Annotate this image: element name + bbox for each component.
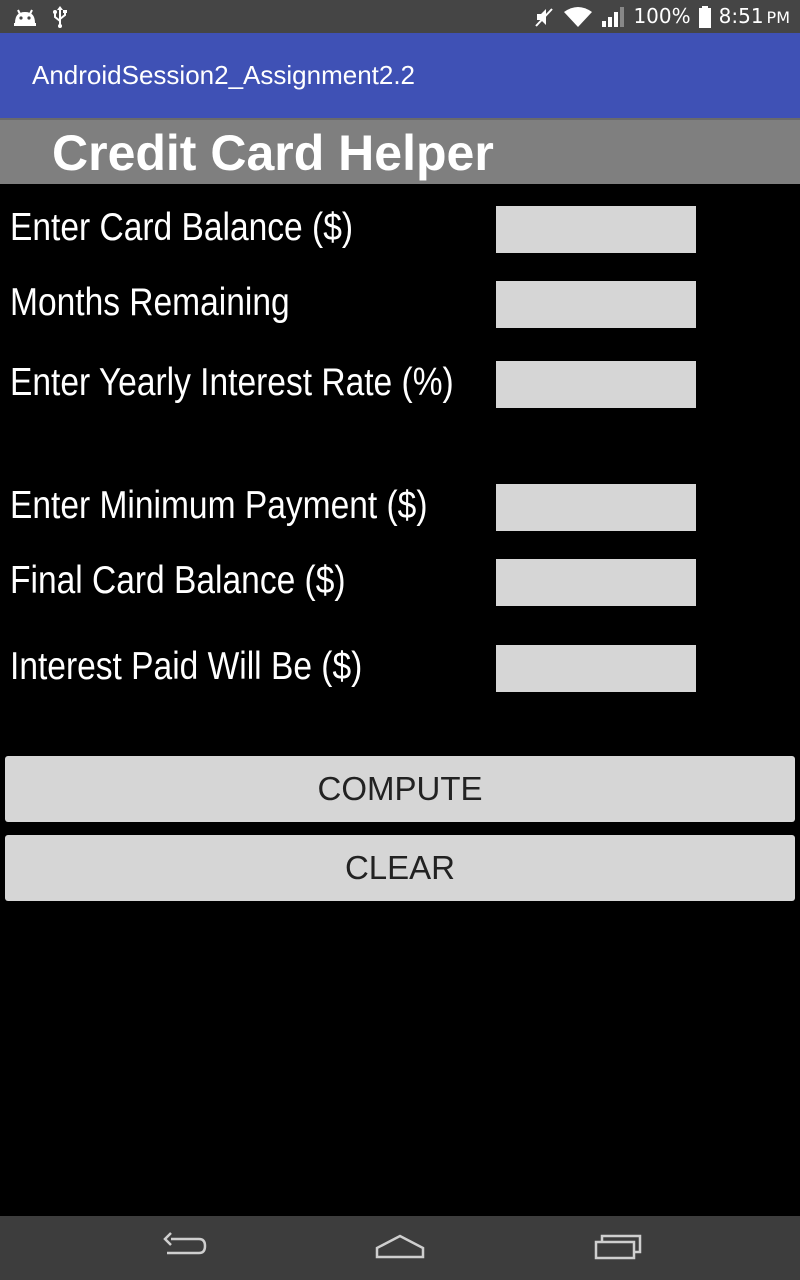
page-header: Credit Card Helper xyxy=(0,118,800,184)
app-screen: 100% 8:51 PM AndroidSession2_Assignment2.… xyxy=(0,0,800,1280)
signal-icon xyxy=(601,6,625,28)
interest-rate-label: Enter Yearly Interest Rate (%) xyxy=(10,361,454,404)
home-icon xyxy=(375,1233,425,1264)
battery-icon xyxy=(698,5,711,28)
interest-paid-field[interactable] xyxy=(496,645,696,692)
interest-rate-input[interactable] xyxy=(496,361,696,408)
minimum-payment-input[interactable] xyxy=(496,484,696,531)
months-remaining-label: Months Remaining xyxy=(10,281,290,324)
mute-icon xyxy=(533,6,555,28)
clock-ampm: PM xyxy=(766,7,790,27)
app-title: AndroidSession2_Assignment2.2 xyxy=(32,60,416,90)
action-bar: AndroidSession2_Assignment2.2 xyxy=(0,33,800,118)
back-button[interactable] xyxy=(144,1224,224,1272)
page-title: Credit Card Helper xyxy=(52,125,494,181)
clock: 8:51 PM xyxy=(719,0,790,34)
status-bar: 100% 8:51 PM xyxy=(0,0,800,33)
clock-time: 8:51 xyxy=(718,3,764,28)
compute-button[interactable]: COMPUTE xyxy=(5,756,795,822)
minimum-payment-label: Enter Minimum Payment ($) xyxy=(10,484,428,527)
usb-icon xyxy=(52,6,68,28)
interest-paid-label: Interest Paid Will Be ($) xyxy=(10,645,363,688)
recent-apps-icon xyxy=(594,1232,642,1265)
home-button[interactable] xyxy=(360,1224,440,1272)
recent-apps-button[interactable] xyxy=(578,1224,658,1272)
final-balance-label: Final Card Balance ($) xyxy=(10,559,346,602)
clear-button[interactable]: CLEAR xyxy=(5,835,795,901)
battery-percent: 100% xyxy=(633,4,691,28)
months-remaining-input[interactable] xyxy=(496,281,696,328)
navigation-bar xyxy=(0,1216,800,1280)
wifi-icon xyxy=(563,6,593,28)
card-balance-input[interactable] xyxy=(496,206,696,253)
card-balance-label: Enter Card Balance ($) xyxy=(10,206,354,249)
android-debug-icon xyxy=(12,7,38,27)
back-icon xyxy=(161,1231,207,1266)
final-balance-field[interactable] xyxy=(496,559,696,606)
